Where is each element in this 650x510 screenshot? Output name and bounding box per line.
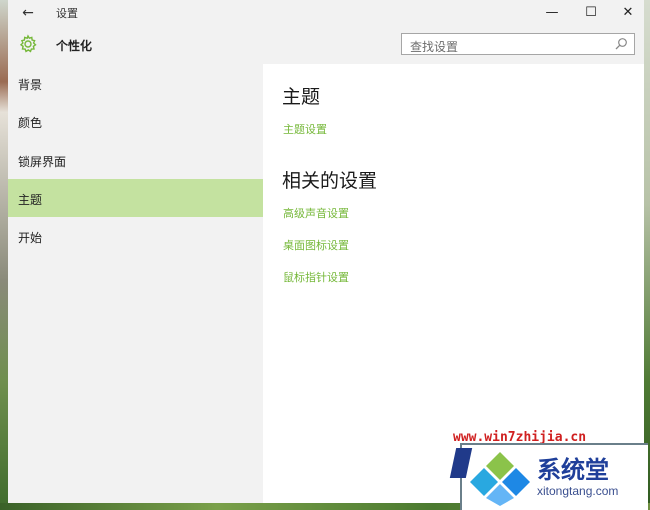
settings-window: ← 设置 — ☐ ✕ 个性化 查找设置 背景 颜色 锁屏界面 主题 开始 主题 …	[8, 0, 644, 503]
sidebar-item-colors[interactable]: 颜色	[8, 102, 263, 140]
maximize-button[interactable]: ☐	[573, 0, 609, 26]
related-settings-heading: 相关的设置	[282, 170, 378, 192]
sidebar-item-label: 颜色	[18, 116, 43, 130]
sidebar-item-label: 主题	[18, 193, 43, 207]
sidebar-item-start[interactable]: 开始	[8, 217, 263, 255]
close-button[interactable]: ✕	[610, 0, 646, 26]
desktop-background-left	[0, 0, 8, 510]
back-arrow-icon: ←	[22, 5, 34, 21]
page-title: 个性化	[56, 39, 93, 53]
title-bar: ← 设置 — ☐ ✕	[8, 0, 644, 26]
gear-icon	[19, 34, 37, 53]
page-header: 个性化 查找设置	[8, 26, 644, 64]
theme-heading: 主题	[282, 86, 321, 108]
search-icon[interactable]	[614, 37, 628, 51]
minimize-button[interactable]: —	[534, 0, 570, 26]
sidebar-item-themes[interactable]: 主题	[8, 179, 263, 217]
watermark-brand-en: xitongtang.com	[537, 484, 619, 498]
theme-settings-link[interactable]: 主题设置	[283, 121, 327, 137]
advanced-sound-settings-link[interactable]: 高级声音设置	[283, 205, 349, 221]
watermark-brand-cn: 系统堂	[537, 455, 609, 484]
sidebar-item-background[interactable]: 背景	[8, 64, 263, 102]
back-button[interactable]: ←	[18, 3, 38, 23]
sidebar-item-label: 背景	[18, 78, 43, 92]
window-title: 设置	[56, 7, 78, 20]
desktop-icon-settings-link[interactable]: 桌面图标设置	[283, 237, 349, 253]
desktop-background-right	[644, 0, 650, 510]
watermark-logo-icon	[470, 452, 530, 506]
sidebar: 背景 颜色 锁屏界面 主题 开始	[8, 64, 263, 503]
sidebar-item-lock-screen[interactable]: 锁屏界面	[8, 141, 263, 179]
sidebar-item-label: 锁屏界面	[18, 155, 67, 169]
search-input[interactable]: 查找设置	[401, 33, 635, 55]
sidebar-item-label: 开始	[18, 231, 43, 245]
search-placeholder: 查找设置	[410, 40, 459, 54]
mouse-pointer-settings-link[interactable]: 鼠标指针设置	[283, 269, 349, 285]
